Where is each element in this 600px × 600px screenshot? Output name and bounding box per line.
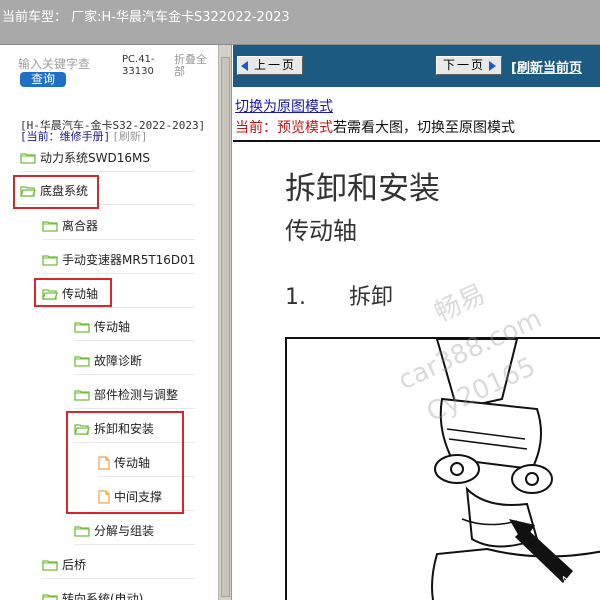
status-current: [当前：维修手册] [20,130,111,143]
arrow-left-icon [241,60,248,71]
folder-icon [42,220,58,232]
folder-icon [20,152,36,164]
folder-icon [74,389,90,401]
tree-item[interactable]: 后桥 [42,551,195,579]
tree-item-label: 传动轴 [94,320,131,334]
prev-page-label: 上一页 [254,58,297,72]
status-line: [当前：维修手册] [刷新] [20,128,148,144]
step-number: 1. [285,285,306,310]
tree-item[interactable]: 部件检测与调整 [74,381,195,409]
scrollbar-thumb[interactable] [221,57,230,597]
top-bar: 当前车型： 厂家:H-华晨汽车金卡S322022-2023 [0,0,600,45]
step-text: 拆卸 [349,285,394,310]
preview-mode-label: 当前：预览模式 [235,120,333,136]
doc-subtitle: 传动轴 [285,217,357,245]
tree-item-label: 后桥 [62,558,87,572]
doc-title: 拆卸和安装 [285,171,440,207]
tree-item-label: 动力系统SWD16MS [40,151,150,165]
folder-icon [42,593,58,600]
watermark-cn: 畅易 [430,279,490,329]
tree-item[interactable]: 故障诊断 [74,347,195,375]
next-page-label: 下一页 [443,58,486,72]
page-navbar: 上一页 下一页 [刷新当前页 [233,45,600,87]
tree-item[interactable]: 转向系统(电动) [42,585,195,600]
tree-item-label: 分解与组装 [94,524,155,538]
folder-icon [42,254,58,266]
folder-icon [74,321,90,333]
preview-mode-hint: 若需看大图，切换至原图模式 [333,120,515,136]
search-input[interactable] [18,55,114,73]
tree-item-label: 手动变速器MR5T16D01 [62,253,196,267]
left-panel: 查询 PC.41-33130 折叠全部 [H-华晨汽车-金卡S32-2022-2… [0,45,218,600]
tree-item[interactable]: 传动轴 [74,313,195,341]
divider [233,140,600,142]
next-page-button[interactable]: 下一页 [436,56,502,75]
tree-item-label: 故障诊断 [94,354,143,368]
refresh-page-link[interactable]: [刷新当前页 [511,57,582,76]
tree-item[interactable]: 离合器 [42,212,195,240]
prev-page-button[interactable]: 上一页 [237,56,303,75]
search-button[interactable]: 查询 [20,72,66,87]
tree-item[interactable]: 动力系统SWD16MS [20,144,195,172]
folder-icon [42,559,58,571]
tree-item[interactable]: 手动变速器MR5T16D01 [42,246,195,274]
preview-mode-notice: 当前：预览模式若需看大图，切换至原图模式 [235,117,515,137]
switch-original-mode-link[interactable]: 切换为原图模式 [235,96,333,116]
document-panel: 上一页 下一页 [刷新当前页 切换为原图模式 当前：预览模式若需看大图，切换至原… [233,45,600,600]
tree-item-label: 部件检测与调整 [94,388,179,402]
highlight-box-removal [66,411,184,514]
collapse-all-button[interactable]: 折叠全部 [174,54,214,78]
refresh-tree-link[interactable]: [刷新] [112,130,147,143]
pc-code: PC.41-33130 [122,54,155,77]
doc-step: 1. 拆卸 [285,279,393,311]
tree-item[interactable]: 分解与组装 [74,517,195,545]
tree-item-label: 转向系统(电动) [62,592,144,600]
tree-item-label: 离合器 [62,219,99,233]
arrow-right-icon [489,60,497,71]
pane-splitter[interactable] [218,45,232,600]
folder-icon [74,525,90,537]
vehicle-title: 当前车型： 厂家:H-华晨汽车金卡S322022-2023 [2,10,290,25]
folder-icon [74,355,90,367]
highlight-box-driveshaft [34,278,112,307]
highlight-box-chassis [13,175,99,209]
